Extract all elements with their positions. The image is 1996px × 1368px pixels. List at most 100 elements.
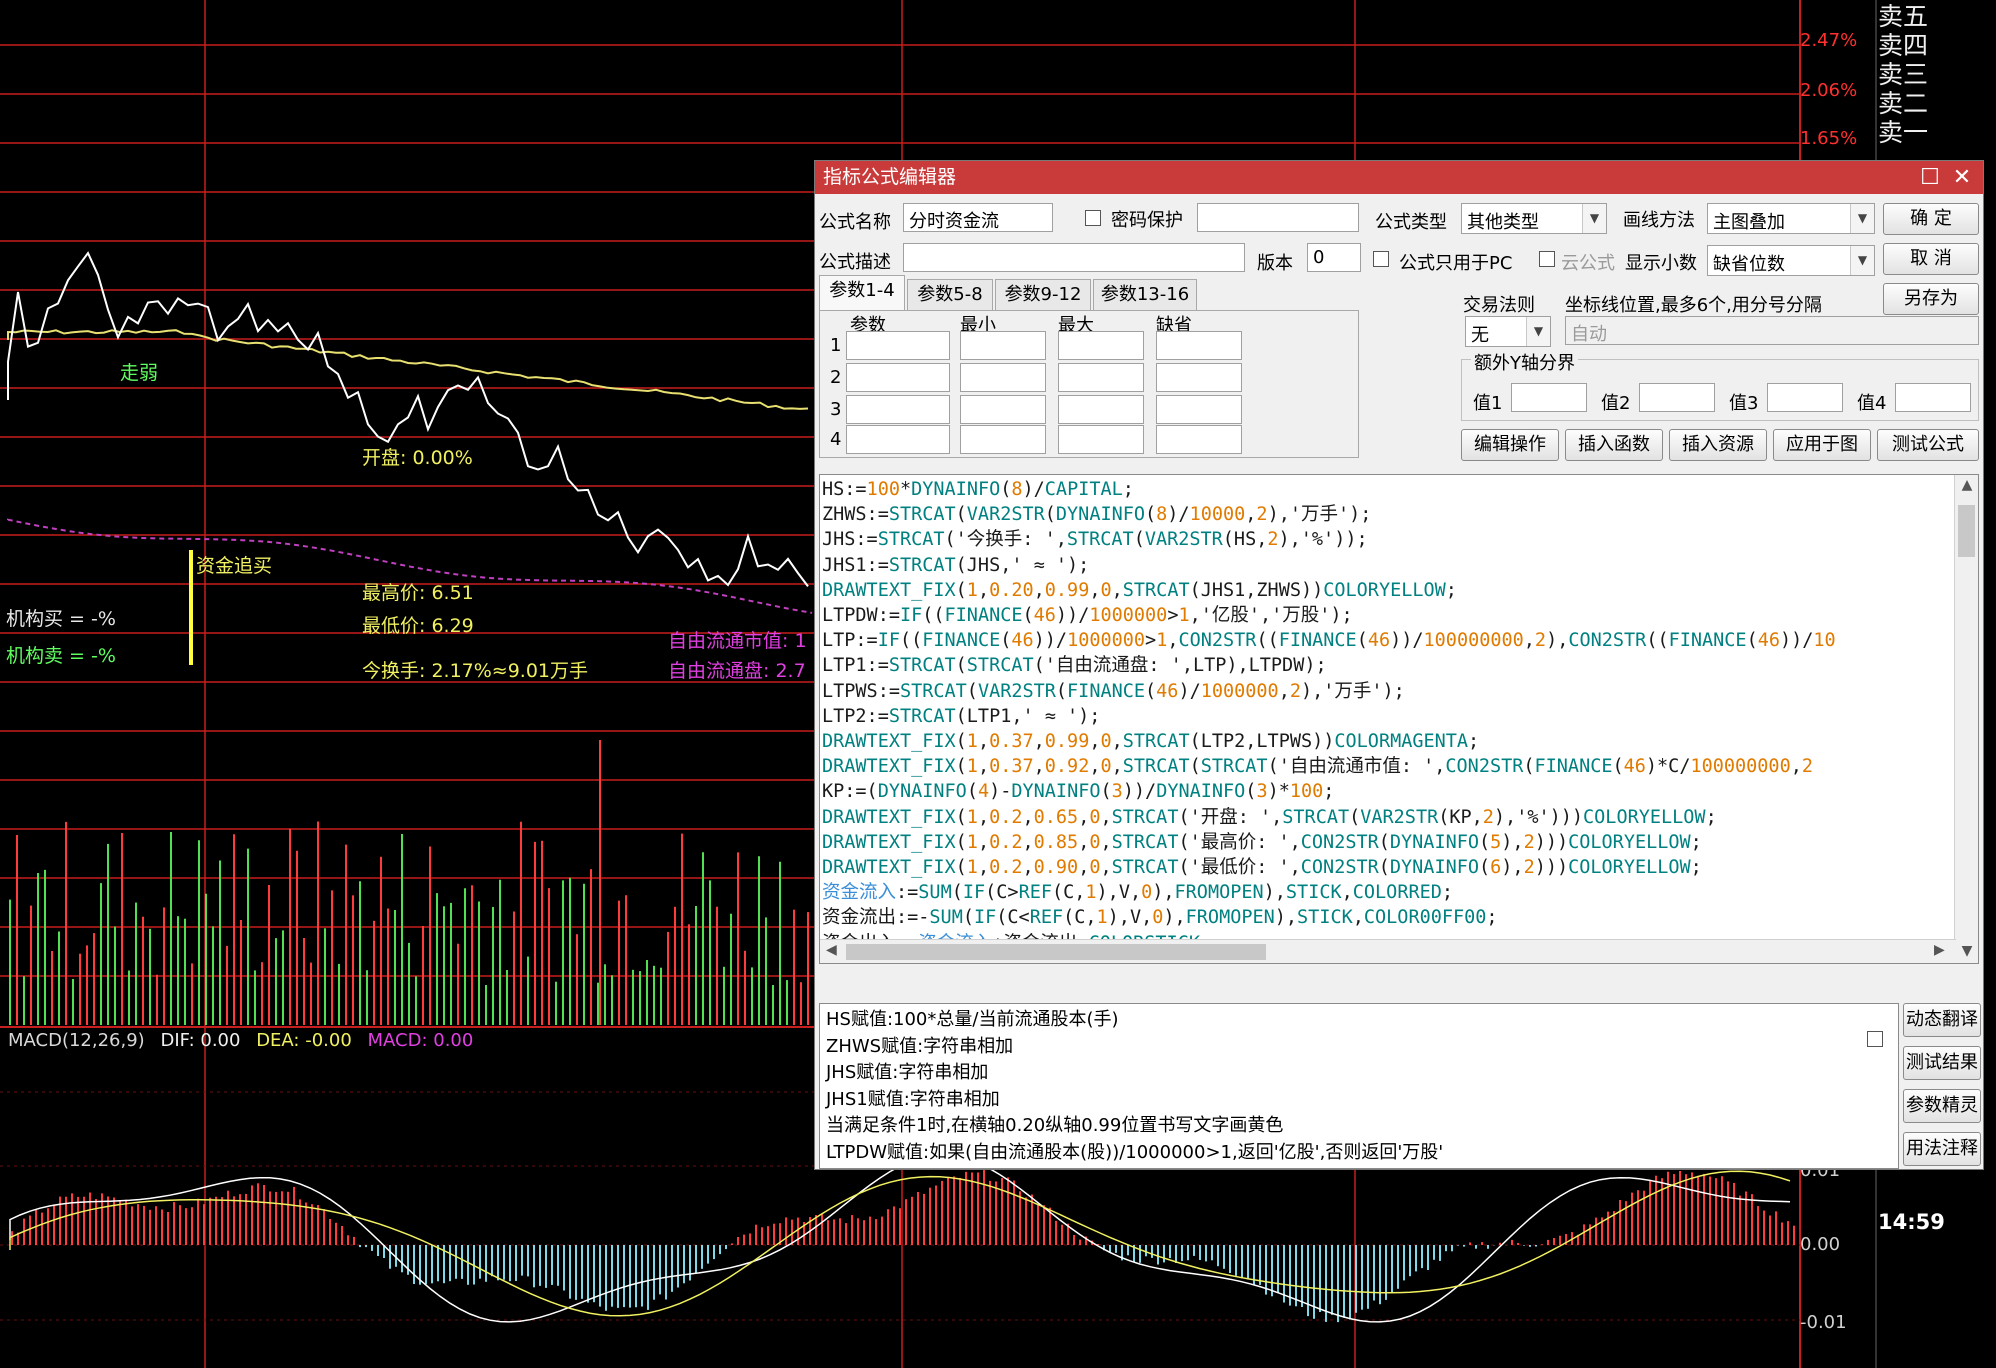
- param-1-default[interactable]: [1156, 331, 1242, 360]
- close-icon[interactable]: ✕: [1947, 161, 1977, 194]
- scroll-down-icon[interactable]: ▼: [1955, 943, 1978, 959]
- formula-desc-input[interactable]: [903, 243, 1245, 272]
- draw-method-select[interactable]: 主图叠加 ▼: [1707, 203, 1875, 234]
- trade-rule-label: 交易法则: [1463, 295, 1535, 316]
- scroll-right-icon[interactable]: ▶: [1934, 942, 1945, 958]
- free-float-annotation: 自由流通盘: 2.7: [668, 660, 806, 682]
- y-value-2-input[interactable]: [1639, 383, 1715, 412]
- h-scroll-thumb[interactable]: [846, 944, 1266, 960]
- code-line[interactable]: DRAWTEXT_FIX(1,0.2,0.90,0,STRCAT('最低价: '…: [822, 855, 1954, 880]
- code-horizontal-scrollbar[interactable]: ◀ ▶: [820, 939, 1956, 963]
- y-value-1-label: 值1: [1473, 393, 1503, 414]
- desc-line: JHS1赋值:字符串相加: [826, 1088, 1000, 1110]
- param-1-name[interactable]: [846, 331, 950, 360]
- scroll-thumb[interactable]: [1958, 505, 1975, 557]
- code-line[interactable]: LTPDW:=IF((FINANCE(46))/1000000>1,'亿股','…: [822, 603, 1954, 628]
- code-line[interactable]: DRAWTEXT_FIX(1,0.37,0.99,0,STRCAT(LTP2,L…: [822, 729, 1954, 754]
- param-wizard-button[interactable]: 参数精灵: [1903, 1089, 1981, 1123]
- param-2-name[interactable]: [846, 363, 950, 392]
- y-value-4-input[interactable]: [1895, 383, 1971, 412]
- desc-line: 当满足条件1时,在横轴0.20纵轴0.99位置书写文字画黄色: [826, 1115, 1284, 1136]
- cloud-checkbox[interactable]: [1539, 251, 1555, 267]
- trade-rule-select[interactable]: 无 ▼: [1465, 316, 1551, 347]
- time-label: 14:59: [1878, 1210, 1945, 1234]
- code-line[interactable]: JHS:=STRCAT('今换手: ',STRCAT(VAR2STR(HS,2)…: [822, 527, 1954, 552]
- param-3-default[interactable]: [1156, 395, 1242, 424]
- y-value-1-input[interactable]: [1511, 383, 1587, 412]
- param-4-default[interactable]: [1156, 425, 1242, 454]
- param-4-name[interactable]: [846, 425, 950, 454]
- tab-params-13-16[interactable]: 参数13-16: [1093, 279, 1197, 311]
- save-as-button[interactable]: 另存为: [1883, 283, 1979, 315]
- y-value-3-label: 值3: [1729, 393, 1759, 414]
- version-input[interactable]: 0: [1307, 243, 1361, 272]
- translation-checkbox[interactable]: [1867, 1031, 1883, 1047]
- formula-type-select[interactable]: 其他类型 ▼: [1461, 203, 1607, 234]
- formula-code-editor[interactable]: HS:=100*DYNAINFO(8)/CAPITAL; ZHWS:=STRCAT…: [819, 474, 1979, 964]
- code-line[interactable]: LTPWS:=STRCAT(VAR2STR(FINANCE(46)/100000…: [822, 679, 1954, 704]
- code-line[interactable]: JHS1:=STRCAT(JHS,' ≈ ');: [822, 553, 1954, 578]
- cancel-button[interactable]: 取 消: [1883, 243, 1979, 275]
- param-1-min[interactable]: [960, 331, 1046, 360]
- sell-1-label: 卖一: [1878, 118, 1929, 147]
- code-line[interactable]: 资金流入:=SUM(IF(C>REF(C,1),V,0),FROMOPEN),S…: [822, 880, 1954, 905]
- password-input[interactable]: [1197, 203, 1359, 232]
- draw-method-value: 主图叠加: [1713, 212, 1785, 233]
- code-lines[interactable]: HS:=100*DYNAINFO(8)/CAPITAL; ZHWS:=STRCAT…: [822, 477, 1954, 963]
- pc-only-checkbox[interactable]: [1373, 251, 1389, 267]
- tab-params-5-8[interactable]: 参数5-8: [907, 279, 993, 311]
- coord-lines-label: 坐标线位置,最多6个,用分号分隔: [1565, 295, 1822, 316]
- scroll-left-icon[interactable]: ◀: [826, 942, 837, 958]
- param-3-max[interactable]: [1058, 395, 1144, 424]
- param-4-min[interactable]: [960, 425, 1046, 454]
- usage-notes-button[interactable]: 用法注释: [1903, 1132, 1981, 1166]
- coord-lines-input[interactable]: 自动: [1565, 316, 1979, 345]
- dialog-title: 指标公式编辑器: [823, 166, 957, 188]
- code-line[interactable]: ZHWS:=STRCAT(VAR2STR(DYNAINFO(8)/10000,2…: [822, 502, 1954, 527]
- code-vertical-scrollbar[interactable]: ▲ ▼: [1954, 475, 1978, 963]
- formula-name-input[interactable]: 分时资金流: [903, 203, 1053, 232]
- y-value-2-label: 值2: [1601, 393, 1631, 414]
- code-line[interactable]: KP:=(DYNAINFO(4)-DYNAINFO(3))/DYNAINFO(3…: [822, 779, 1954, 804]
- param-3-name[interactable]: [846, 395, 950, 424]
- maximize-icon[interactable]: ☐: [1915, 161, 1945, 194]
- code-line[interactable]: LTP:=IF((FINANCE(46))/1000000>1,CON2STR(…: [822, 628, 1954, 653]
- code-line[interactable]: LTP1:=STRCAT(STRCAT('自由流通盘: ',LTP),LTPDW…: [822, 653, 1954, 678]
- edit-ops-button[interactable]: 编辑操作: [1461, 429, 1559, 461]
- pct-label-1: 2.47%: [1800, 30, 1858, 51]
- decimal-select[interactable]: 缺省位数 ▼: [1707, 245, 1875, 276]
- code-line[interactable]: DRAWTEXT_FIX(1,0.2,0.65,0,STRCAT('开盘: ',…: [822, 805, 1954, 830]
- param-2-max[interactable]: [1058, 363, 1144, 392]
- param-2-default[interactable]: [1156, 363, 1242, 392]
- code-line[interactable]: DRAWTEXT_FIX(1,0.2,0.85,0,STRCAT('最高价: '…: [822, 830, 1954, 855]
- code-line[interactable]: 资金流出:=-SUM(IF(C<REF(C,1),V,0),FROMOPEN),…: [822, 905, 1954, 930]
- param-2-min[interactable]: [960, 363, 1046, 392]
- param-row-1-label: 1: [830, 335, 842, 356]
- insert-function-button[interactable]: 插入函数: [1565, 429, 1663, 461]
- desc-line: ZHWS赋值:字符串相加: [826, 1035, 1014, 1057]
- param-table: 参数 最小 最大 缺省 1 2 3 4: [819, 310, 1359, 458]
- param-1-max[interactable]: [1058, 331, 1144, 360]
- code-line[interactable]: LTP2:=STRCAT(LTP1,' ≈ ');: [822, 704, 1954, 729]
- ok-button[interactable]: 确 定: [1883, 203, 1979, 235]
- pct-label-2: 2.06%: [1800, 80, 1858, 101]
- tab-params-9-12[interactable]: 参数9-12: [995, 279, 1091, 311]
- param-row-2-label: 2: [830, 367, 842, 388]
- apply-to-chart-button[interactable]: 应用于图: [1773, 429, 1871, 461]
- code-line[interactable]: DRAWTEXT_FIX(1,0.37,0.92,0,STRCAT(STRCAT…: [822, 754, 1954, 779]
- scroll-up-icon[interactable]: ▲: [1955, 477, 1978, 493]
- y-value-3-input[interactable]: [1767, 383, 1843, 412]
- dialog-titlebar[interactable]: 指标公式编辑器 ☐ ✕: [815, 161, 1983, 194]
- dynamic-translate-button[interactable]: 动态翻译: [1903, 1003, 1981, 1037]
- param-3-min[interactable]: [960, 395, 1046, 424]
- password-checkbox[interactable]: [1085, 210, 1101, 226]
- insert-resource-button[interactable]: 插入资源: [1669, 429, 1767, 461]
- test-result-button[interactable]: 测试结果: [1903, 1046, 1981, 1080]
- code-line[interactable]: HS:=100*DYNAINFO(8)/CAPITAL;: [822, 477, 1954, 502]
- version-label: 版本: [1257, 253, 1293, 274]
- code-line[interactable]: DRAWTEXT_FIX(1,0.20,0.99,0,STRCAT(JHS1,Z…: [822, 578, 1954, 603]
- param-4-max[interactable]: [1058, 425, 1144, 454]
- tab-params-1-4[interactable]: 参数1-4: [819, 275, 905, 311]
- test-formula-button[interactable]: 测试公式: [1877, 429, 1979, 461]
- param-row-4-label: 4: [830, 429, 842, 450]
